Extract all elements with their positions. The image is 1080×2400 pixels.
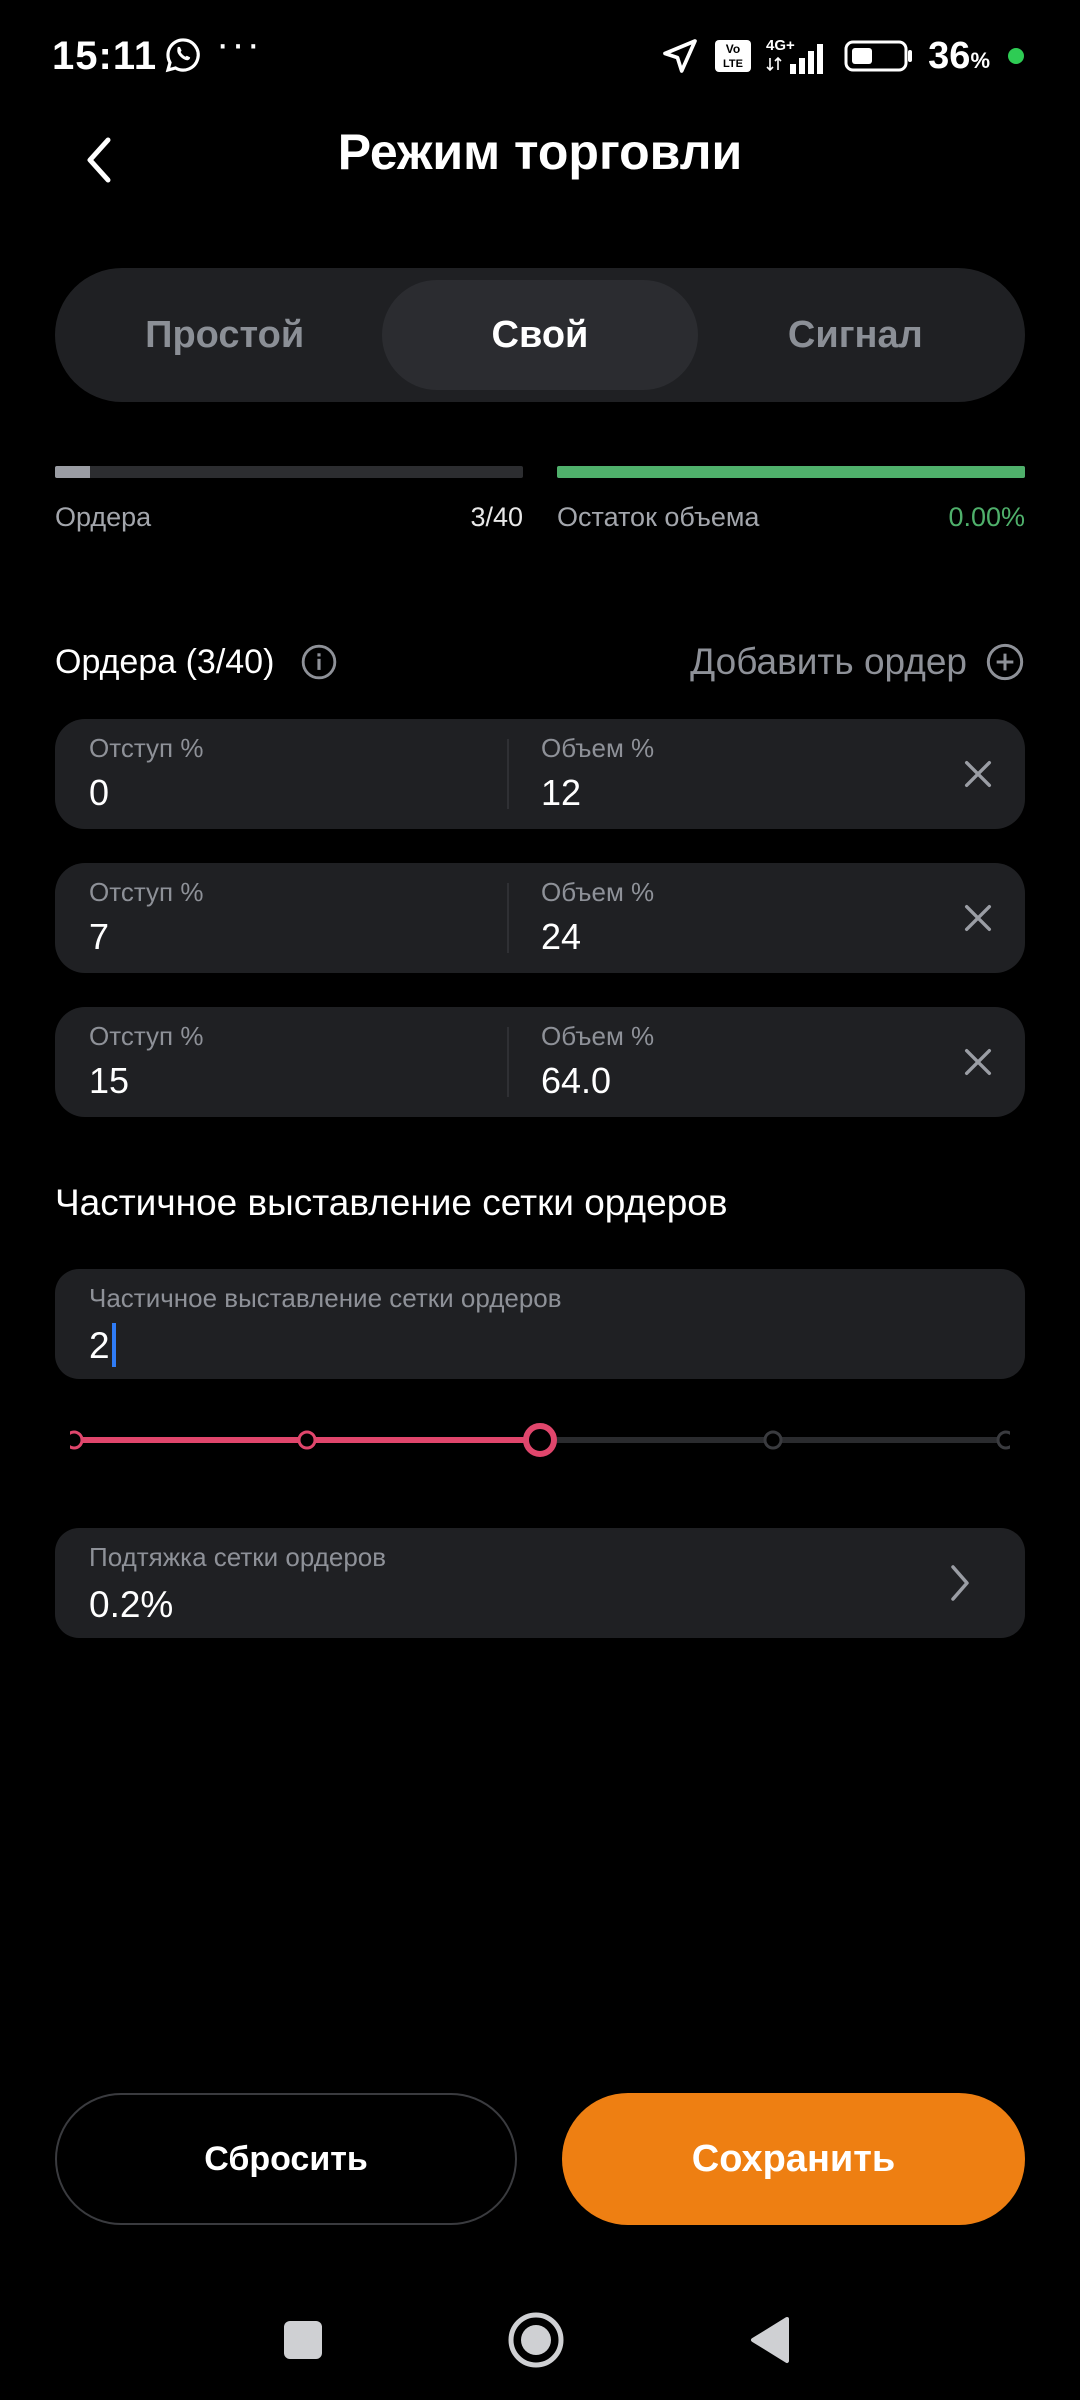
grid-pullup-row[interactable]: Подтяжка сетки ордеров 0.2%	[55, 1528, 1025, 1638]
volte-icon: Vo LTE	[715, 40, 752, 72]
slider-step-dot	[70, 1430, 84, 1450]
order-offset-label: Отступ %	[89, 733, 204, 763]
orders-progress-value: 3/40	[470, 502, 523, 532]
order-volume-field[interactable]: Объем % 64.0	[541, 1021, 654, 1102]
location-arrow-icon	[663, 39, 697, 73]
info-icon[interactable]	[300, 643, 338, 681]
whatsapp-icon	[165, 38, 200, 73]
slider-step-dot	[297, 1430, 317, 1450]
order-offset-field[interactable]: Отступ % 0	[89, 733, 203, 814]
remove-order-button[interactable]	[943, 883, 1013, 953]
order-volume-label: Объем %	[541, 733, 655, 763]
order-volume-field[interactable]: Объем % 12	[541, 733, 654, 814]
order-offset-value: 15	[89, 1060, 130, 1101]
signal-icon: 4G+	[766, 37, 824, 74]
orders-progress-fill	[55, 466, 91, 478]
partial-grid-section-title: Частичное выставление сетки ордеров	[55, 1182, 728, 1223]
home-circle-icon	[508, 2312, 564, 2368]
order-divider	[507, 739, 509, 809]
close-icon	[964, 760, 992, 788]
battery-percent: 36%	[928, 34, 990, 77]
status-time: 15:11	[52, 34, 158, 78]
partial-grid-slider[interactable]	[70, 1410, 1010, 1470]
order-offset-field[interactable]: Отступ % 7	[89, 877, 203, 958]
order-volume-label: Объем %	[541, 1021, 655, 1051]
order-offset-label: Отступ %	[89, 877, 204, 907]
remove-order-button[interactable]	[943, 739, 1013, 809]
partial-grid-input-value: 2	[89, 1325, 110, 1366]
remaining-progress-label: Остаток объема	[557, 502, 760, 532]
partial-grid-input-label: Частичное выставление сетки ордеров	[89, 1283, 562, 1313]
grid-pullup-value: 0.2%	[89, 1584, 174, 1625]
header: Режим торговли	[0, 110, 1080, 240]
text-caret	[111, 1323, 116, 1368]
remaining-progress-track	[557, 466, 1025, 478]
status-right-group: Vo LTE 4G+ 36%	[660, 34, 1024, 78]
order-offset-label: Отступ %	[89, 1021, 204, 1051]
svg-text:Vo: Vo	[726, 42, 740, 56]
order-divider	[507, 1027, 509, 1097]
grid-pullup-chevron	[925, 1548, 995, 1618]
remove-order-button[interactable]	[943, 1027, 1013, 1097]
add-order-label: Добавить ордер	[690, 641, 967, 682]
partial-grid-input[interactable]: Частичное выставление сетки ордеров 2	[55, 1269, 1025, 1379]
recents-square-icon	[284, 2321, 322, 2359]
battery-icon	[844, 40, 913, 72]
page-title: Режим торговли	[337, 124, 743, 180]
status-bar: 15:11 ··· Vo LTE 4G+ 36%	[0, 0, 1080, 110]
mode-tabs: Простой Свой Сигнал	[55, 268, 1025, 402]
save-button[interactable]: Сохранить	[562, 2093, 1025, 2225]
order-row: Отступ % 15 Объем % 64.0	[55, 1007, 1025, 1117]
orders-title: Ордера (3/40)	[55, 642, 275, 681]
close-icon	[964, 904, 992, 932]
orders-header: Ордера (3/40) Добавить ордер	[55, 630, 1025, 694]
order-volume-value: 12	[541, 772, 582, 813]
nav-back-button[interactable]	[730, 2300, 810, 2380]
more-dots-icon: ···	[216, 22, 262, 66]
close-icon	[964, 1048, 992, 1076]
order-volume-value: 24	[541, 916, 582, 957]
slider-thumb[interactable]	[523, 1423, 557, 1457]
slider-step-dot	[996, 1430, 1010, 1450]
network-type-label: 4G+	[766, 37, 795, 54]
tab-simple[interactable]: Простой	[67, 280, 382, 390]
nav-recents-button[interactable]	[263, 2300, 343, 2380]
remaining-volume-progress: Остаток объема 0.00%	[557, 466, 1025, 533]
orders-progress: Ордера 3/40	[55, 466, 523, 533]
svg-text:LTE: LTE	[723, 58, 743, 70]
privacy-indicator-dot	[1008, 48, 1024, 64]
order-row: Отступ % 7 Объем % 24	[55, 863, 1025, 973]
partial-grid-input-value-wrap: 2	[89, 1323, 116, 1368]
order-divider	[507, 883, 509, 953]
chevron-right-icon	[951, 1565, 969, 1601]
remaining-progress-value: 0.00%	[948, 502, 1025, 532]
grid-pullup-label: Подтяжка сетки ордеров	[89, 1542, 387, 1572]
slider-step-dot	[763, 1430, 783, 1450]
tab-signal[interactable]: Сигнал	[698, 280, 1013, 390]
reset-button[interactable]: Сбросить	[55, 2093, 517, 2225]
system-nav-bar	[0, 2280, 1080, 2400]
orders-progress-track	[55, 466, 523, 478]
remaining-progress-fill	[557, 466, 1025, 478]
orders-progress-label: Ордера	[55, 502, 152, 532]
nav-home-button[interactable]	[496, 2300, 576, 2380]
order-volume-value: 64.0	[541, 1060, 612, 1101]
order-offset-value: 0	[89, 772, 110, 813]
tab-custom[interactable]: Свой	[382, 280, 698, 390]
plus-circle-icon	[986, 643, 1024, 681]
order-volume-label: Объем %	[541, 877, 655, 907]
order-offset-field[interactable]: Отступ % 15	[89, 1021, 203, 1102]
order-row: Отступ % 0 Объем % 12	[55, 719, 1025, 829]
order-volume-field[interactable]: Объем % 24	[541, 877, 654, 958]
add-order-button[interactable]: Добавить ордер	[690, 641, 1025, 683]
back-triangle-icon	[751, 2317, 789, 2363]
order-offset-value: 7	[89, 916, 110, 957]
